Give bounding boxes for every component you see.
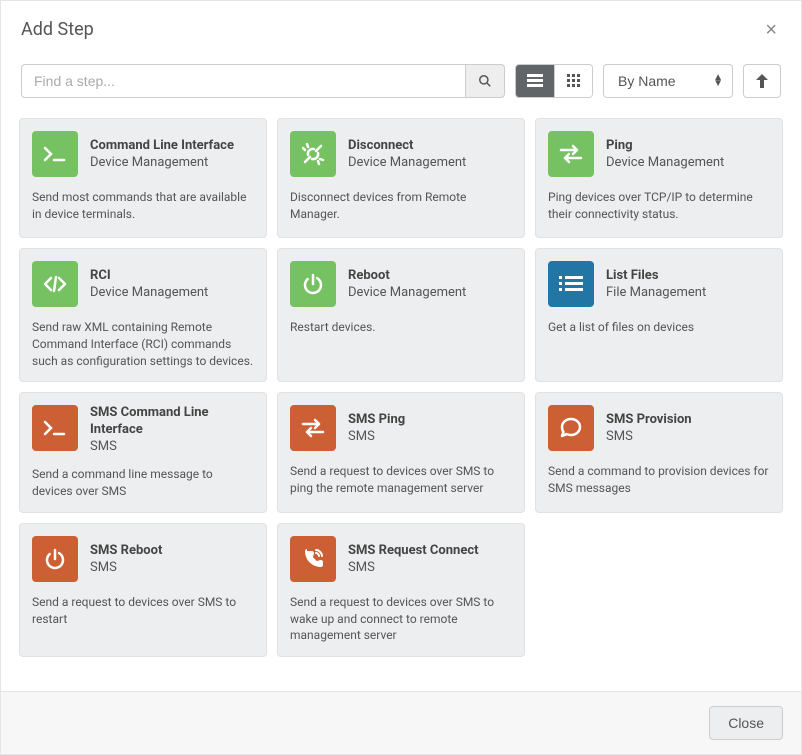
power-icon bbox=[32, 536, 78, 582]
step-card-sms-provision[interactable]: SMS Provision SMS Send a command to prov… bbox=[535, 392, 783, 512]
card-description: Send raw XML containing Remote Command I… bbox=[32, 319, 254, 369]
step-card-rci[interactable]: RCI Device Management Send raw XML conta… bbox=[19, 248, 267, 382]
card-titles: SMS Request Connect SMS bbox=[348, 536, 479, 582]
card-titles: Disconnect Device Management bbox=[348, 131, 466, 177]
search-icon bbox=[478, 74, 492, 88]
card-description: Get a list of files on devices bbox=[548, 319, 770, 336]
card-title: List Files bbox=[606, 268, 706, 285]
card-description: Send most commands that are available in… bbox=[32, 189, 254, 223]
power-icon bbox=[290, 261, 336, 307]
close-icon-button[interactable]: × bbox=[761, 20, 781, 40]
sort-wrap: By Name ▲▼ bbox=[603, 64, 733, 98]
card-title: Command Line Interface bbox=[90, 138, 234, 155]
phone-ring-icon bbox=[290, 536, 336, 582]
card-title: SMS Command Line Interface bbox=[90, 405, 254, 439]
step-grid: Command Line Interface Device Management… bbox=[1, 118, 801, 657]
list-icon bbox=[527, 74, 543, 88]
card-titles: SMS Reboot SMS bbox=[90, 536, 162, 582]
step-card-sms-cli[interactable]: SMS Command Line Interface SMS Send a co… bbox=[19, 392, 267, 512]
card-category: Device Management bbox=[606, 155, 724, 170]
card-description: Ping devices over TCP/IP to determine th… bbox=[548, 189, 770, 223]
card-category: SMS bbox=[348, 429, 405, 444]
exchange-icon bbox=[290, 405, 336, 451]
disconnect-icon bbox=[290, 131, 336, 177]
step-card-ping[interactable]: Ping Device Management Ping devices over… bbox=[535, 118, 783, 238]
card-header: Reboot Device Management bbox=[290, 261, 512, 307]
card-titles: SMS Provision SMS bbox=[606, 405, 692, 451]
card-title: Disconnect bbox=[348, 138, 466, 155]
card-description: Send a command line message to devices o… bbox=[32, 466, 254, 500]
chat-icon bbox=[548, 405, 594, 451]
close-icon: × bbox=[765, 19, 777, 41]
card-header: SMS Ping SMS bbox=[290, 405, 512, 451]
step-card-sms-reboot[interactable]: SMS Reboot SMS Send a request to devices… bbox=[19, 523, 267, 657]
card-category: SMS bbox=[606, 429, 692, 444]
card-title: SMS Provision bbox=[606, 412, 692, 429]
arrow-up-icon bbox=[756, 74, 768, 88]
card-title: SMS Reboot bbox=[90, 543, 162, 560]
card-title: SMS Ping bbox=[348, 412, 405, 429]
modal-footer: Close bbox=[1, 691, 801, 754]
card-category: SMS bbox=[348, 560, 479, 575]
step-card-list-files[interactable]: List Files File Management Get a list of… bbox=[535, 248, 783, 382]
card-category: Device Management bbox=[90, 285, 208, 300]
card-description: Restart devices. bbox=[290, 319, 512, 336]
card-description: Send a command to provision devices for … bbox=[548, 463, 770, 497]
card-description: Send a request to devices over SMS to wa… bbox=[290, 594, 512, 644]
search-group bbox=[21, 64, 505, 98]
terminal-icon bbox=[32, 405, 78, 451]
card-title: Ping bbox=[606, 138, 724, 155]
card-titles: SMS Command Line Interface SMS bbox=[90, 405, 254, 454]
terminal-icon bbox=[32, 131, 78, 177]
step-card-cli[interactable]: Command Line Interface Device Management… bbox=[19, 118, 267, 238]
card-header: SMS Reboot SMS bbox=[32, 536, 254, 582]
card-header: SMS Command Line Interface SMS bbox=[32, 405, 254, 454]
modal-header: Add Step × bbox=[1, 1, 801, 54]
card-titles: Command Line Interface Device Management bbox=[90, 131, 234, 177]
exchange-icon bbox=[548, 131, 594, 177]
card-title: Reboot bbox=[348, 268, 466, 285]
sort-direction-button[interactable] bbox=[743, 64, 781, 98]
card-category: Device Management bbox=[348, 155, 466, 170]
card-header: Disconnect Device Management bbox=[290, 131, 512, 177]
close-button[interactable]: Close bbox=[709, 706, 783, 740]
card-titles: RCI Device Management bbox=[90, 261, 208, 307]
grid-icon bbox=[567, 74, 581, 88]
card-description: Send a request to devices over SMS to re… bbox=[32, 594, 254, 628]
add-step-modal: Add Step × By Name ▲▼ bbox=[0, 0, 802, 755]
card-title: RCI bbox=[90, 268, 208, 285]
card-description: Disconnect devices from Remote Manager. bbox=[290, 189, 512, 223]
card-titles: Reboot Device Management bbox=[348, 261, 466, 307]
card-header: List Files File Management bbox=[548, 261, 770, 307]
code-icon bbox=[32, 261, 78, 307]
list-files-icon bbox=[548, 261, 594, 307]
card-header: SMS Provision SMS bbox=[548, 405, 770, 451]
card-category: File Management bbox=[606, 285, 706, 300]
card-category: Device Management bbox=[90, 155, 234, 170]
view-list-button[interactable] bbox=[516, 65, 554, 97]
card-titles: Ping Device Management bbox=[606, 131, 724, 177]
card-category: Device Management bbox=[348, 285, 466, 300]
card-title: SMS Request Connect bbox=[348, 543, 479, 560]
view-grid-button[interactable] bbox=[554, 65, 592, 97]
toolbar: By Name ▲▼ bbox=[1, 64, 801, 98]
view-toggle bbox=[515, 64, 593, 98]
card-titles: SMS Ping SMS bbox=[348, 405, 405, 451]
card-header: Command Line Interface Device Management bbox=[32, 131, 254, 177]
card-category: SMS bbox=[90, 560, 162, 575]
search-input[interactable] bbox=[21, 64, 465, 98]
card-category: SMS bbox=[90, 439, 254, 454]
modal-title: Add Step bbox=[21, 19, 94, 40]
card-header: Ping Device Management bbox=[548, 131, 770, 177]
search-button[interactable] bbox=[465, 64, 505, 98]
card-header: RCI Device Management bbox=[32, 261, 254, 307]
step-card-sms-ping[interactable]: SMS Ping SMS Send a request to devices o… bbox=[277, 392, 525, 512]
sort-select[interactable]: By Name bbox=[603, 64, 733, 98]
step-card-disconnect[interactable]: Disconnect Device Management Disconnect … bbox=[277, 118, 525, 238]
card-description: Send a request to devices over SMS to pi… bbox=[290, 463, 512, 497]
step-card-reboot[interactable]: Reboot Device Management Restart devices… bbox=[277, 248, 525, 382]
step-card-sms-request-connect[interactable]: SMS Request Connect SMS Send a request t… bbox=[277, 523, 525, 657]
card-titles: List Files File Management bbox=[606, 261, 706, 307]
card-header: SMS Request Connect SMS bbox=[290, 536, 512, 582]
